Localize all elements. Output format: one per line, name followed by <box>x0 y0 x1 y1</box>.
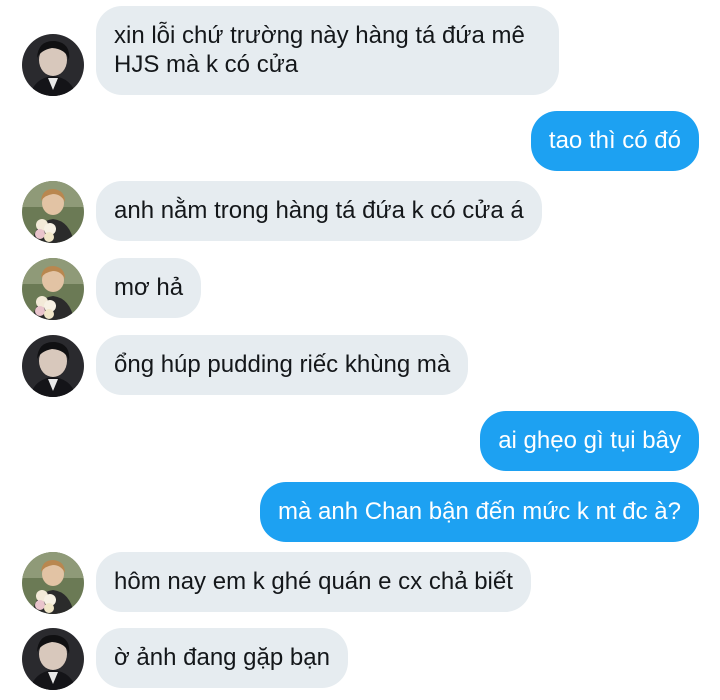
avatar-image <box>22 34 84 96</box>
message-text: tao thì có đó <box>548 127 681 154</box>
message-bubble-incoming[interactable]: mơ hả <box>96 258 202 318</box>
message-bubble-outgoing[interactable]: mà anh Chan bận đến mức k nt đc à? <box>260 482 699 542</box>
message-text: anh nằm trong hàng tá đứa k có cửa á <box>114 197 524 224</box>
message-text: mà anh Chan bận đến mức k nt đc à? <box>278 498 681 525</box>
message-bubble-incoming[interactable]: anh nằm trong hàng tá đứa k có cửa á <box>96 181 542 241</box>
avatar-boy-dark[interactable] <box>22 628 84 690</box>
conversation-thread: xin lỗi chứ trường này hàng tá đứa mê HJ… <box>0 0 720 700</box>
message-bubble-incoming[interactable]: ổng húp pudding riếc khùng mà <box>96 335 469 395</box>
avatar-boy-dark[interactable] <box>22 335 84 397</box>
avatar-image <box>22 181 84 243</box>
avatar-image <box>22 258 84 320</box>
message-bubble-outgoing[interactable]: tao thì có đó <box>530 111 699 171</box>
message-text: ổng húp pudding riếc khùng mà <box>114 351 451 378</box>
message-text: xin lỗi chứ trường này hàng tá đứa mê HJ… <box>114 22 525 78</box>
message-text: ai ghẹo gì tụi bây <box>498 427 681 454</box>
message-text: mơ hả <box>114 274 184 301</box>
avatar-image <box>22 335 84 397</box>
avatar-boy-dark[interactable] <box>22 34 84 96</box>
avatar-flowers[interactable] <box>22 258 84 320</box>
avatar-flowers[interactable] <box>22 181 84 243</box>
message-bubble-incoming[interactable]: ờ ảnh đang gặp bạn <box>96 628 348 688</box>
message-text: ờ ảnh đang gặp bạn <box>114 644 330 671</box>
avatar-image <box>22 628 84 690</box>
message-bubble-outgoing[interactable]: ai ghẹo gì tụi bây <box>480 411 699 471</box>
message-bubble-incoming[interactable]: xin lỗi chứ trường này hàng tá đứa mê HJ… <box>96 6 559 95</box>
message-text: hôm nay em k ghé quán e cx chả biết <box>114 568 513 595</box>
avatar-flowers[interactable] <box>22 552 84 614</box>
message-bubble-incoming[interactable]: hôm nay em k ghé quán e cx chả biết <box>96 552 531 612</box>
avatar-image <box>22 552 84 614</box>
